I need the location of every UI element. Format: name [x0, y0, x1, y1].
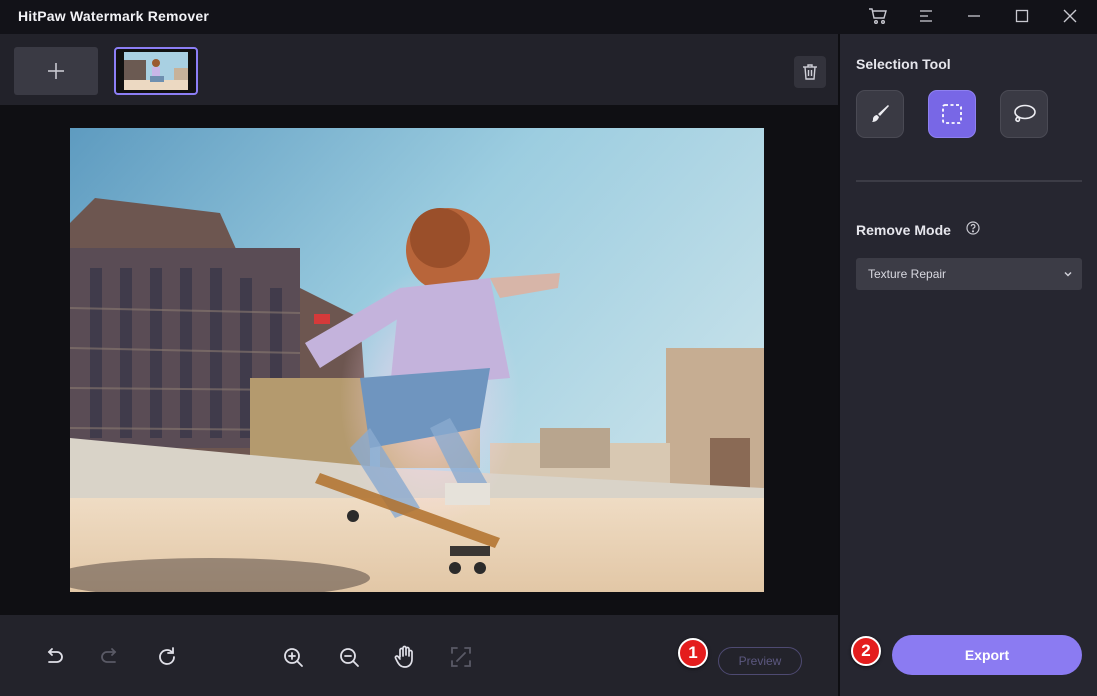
zoom-out-icon	[340, 648, 359, 667]
trash-icon	[803, 64, 817, 80]
redo-button[interactable]	[97, 644, 123, 670]
annotation-badge-2: 2	[851, 636, 881, 666]
fit-screen-icon	[451, 647, 471, 667]
preview-button[interactable]: Preview	[718, 647, 802, 675]
maximize-icon	[1015, 9, 1029, 23]
annotation-badge-1: 1	[678, 638, 708, 668]
cart-button[interactable]	[863, 2, 893, 30]
remove-mode-select[interactable]: Texture Repair	[856, 258, 1082, 290]
hand-button[interactable]	[392, 644, 418, 670]
redo-icon	[101, 648, 117, 663]
marquee-icon	[942, 104, 962, 124]
delete-button[interactable]	[794, 56, 826, 88]
brush-tool-button[interactable]	[856, 90, 904, 138]
thumbnail-strip	[0, 34, 838, 105]
undo-button[interactable]	[41, 644, 67, 670]
reset-icon	[159, 647, 175, 665]
menu-button[interactable]	[911, 2, 941, 30]
maximize-button[interactable]	[1007, 2, 1037, 30]
title-bar: HitPaw Watermark Remover	[0, 0, 1097, 34]
export-button[interactable]: Export	[892, 635, 1082, 675]
zoom-out-button[interactable]	[336, 644, 362, 670]
rectangle-tool-button[interactable]	[928, 90, 976, 138]
undo-icon	[47, 648, 63, 663]
chevron-down-icon	[1064, 271, 1072, 277]
settings-panel: Selection Tool Remove Mode Texture Repai…	[840, 34, 1097, 696]
selection-tool-title: Selection Tool	[856, 56, 951, 72]
thumbnail-image	[124, 52, 188, 90]
help-icon	[966, 221, 980, 235]
brush-icon	[872, 105, 889, 122]
menu-icon	[920, 10, 932, 22]
fit-screen-button[interactable]	[448, 644, 474, 670]
bottom-toolbar: 1 Preview	[0, 615, 838, 696]
plus-icon	[48, 63, 64, 79]
panel-separator	[856, 180, 1082, 182]
reset-button[interactable]	[154, 644, 180, 670]
edited-photo[interactable]	[70, 128, 764, 592]
minimize-icon	[968, 15, 980, 17]
photo-canvas	[70, 128, 764, 592]
canvas-area	[0, 105, 838, 615]
hand-icon	[394, 645, 413, 668]
cart-icon	[869, 8, 887, 24]
lasso-tool-button[interactable]	[1000, 90, 1048, 138]
minimize-button[interactable]	[959, 2, 989, 30]
help-button[interactable]	[966, 221, 980, 235]
close-icon	[1063, 9, 1077, 23]
close-button[interactable]	[1055, 2, 1085, 30]
remove-mode-value: Texture Repair	[868, 267, 947, 281]
app-title: HitPaw Watermark Remover	[18, 8, 210, 24]
zoom-in-button[interactable]	[280, 644, 306, 670]
add-file-button[interactable]	[14, 47, 98, 95]
image-thumbnail[interactable]	[114, 47, 198, 95]
zoom-in-icon	[284, 648, 303, 667]
remove-mode-title: Remove Mode	[856, 222, 951, 238]
lasso-icon	[1014, 104, 1036, 123]
